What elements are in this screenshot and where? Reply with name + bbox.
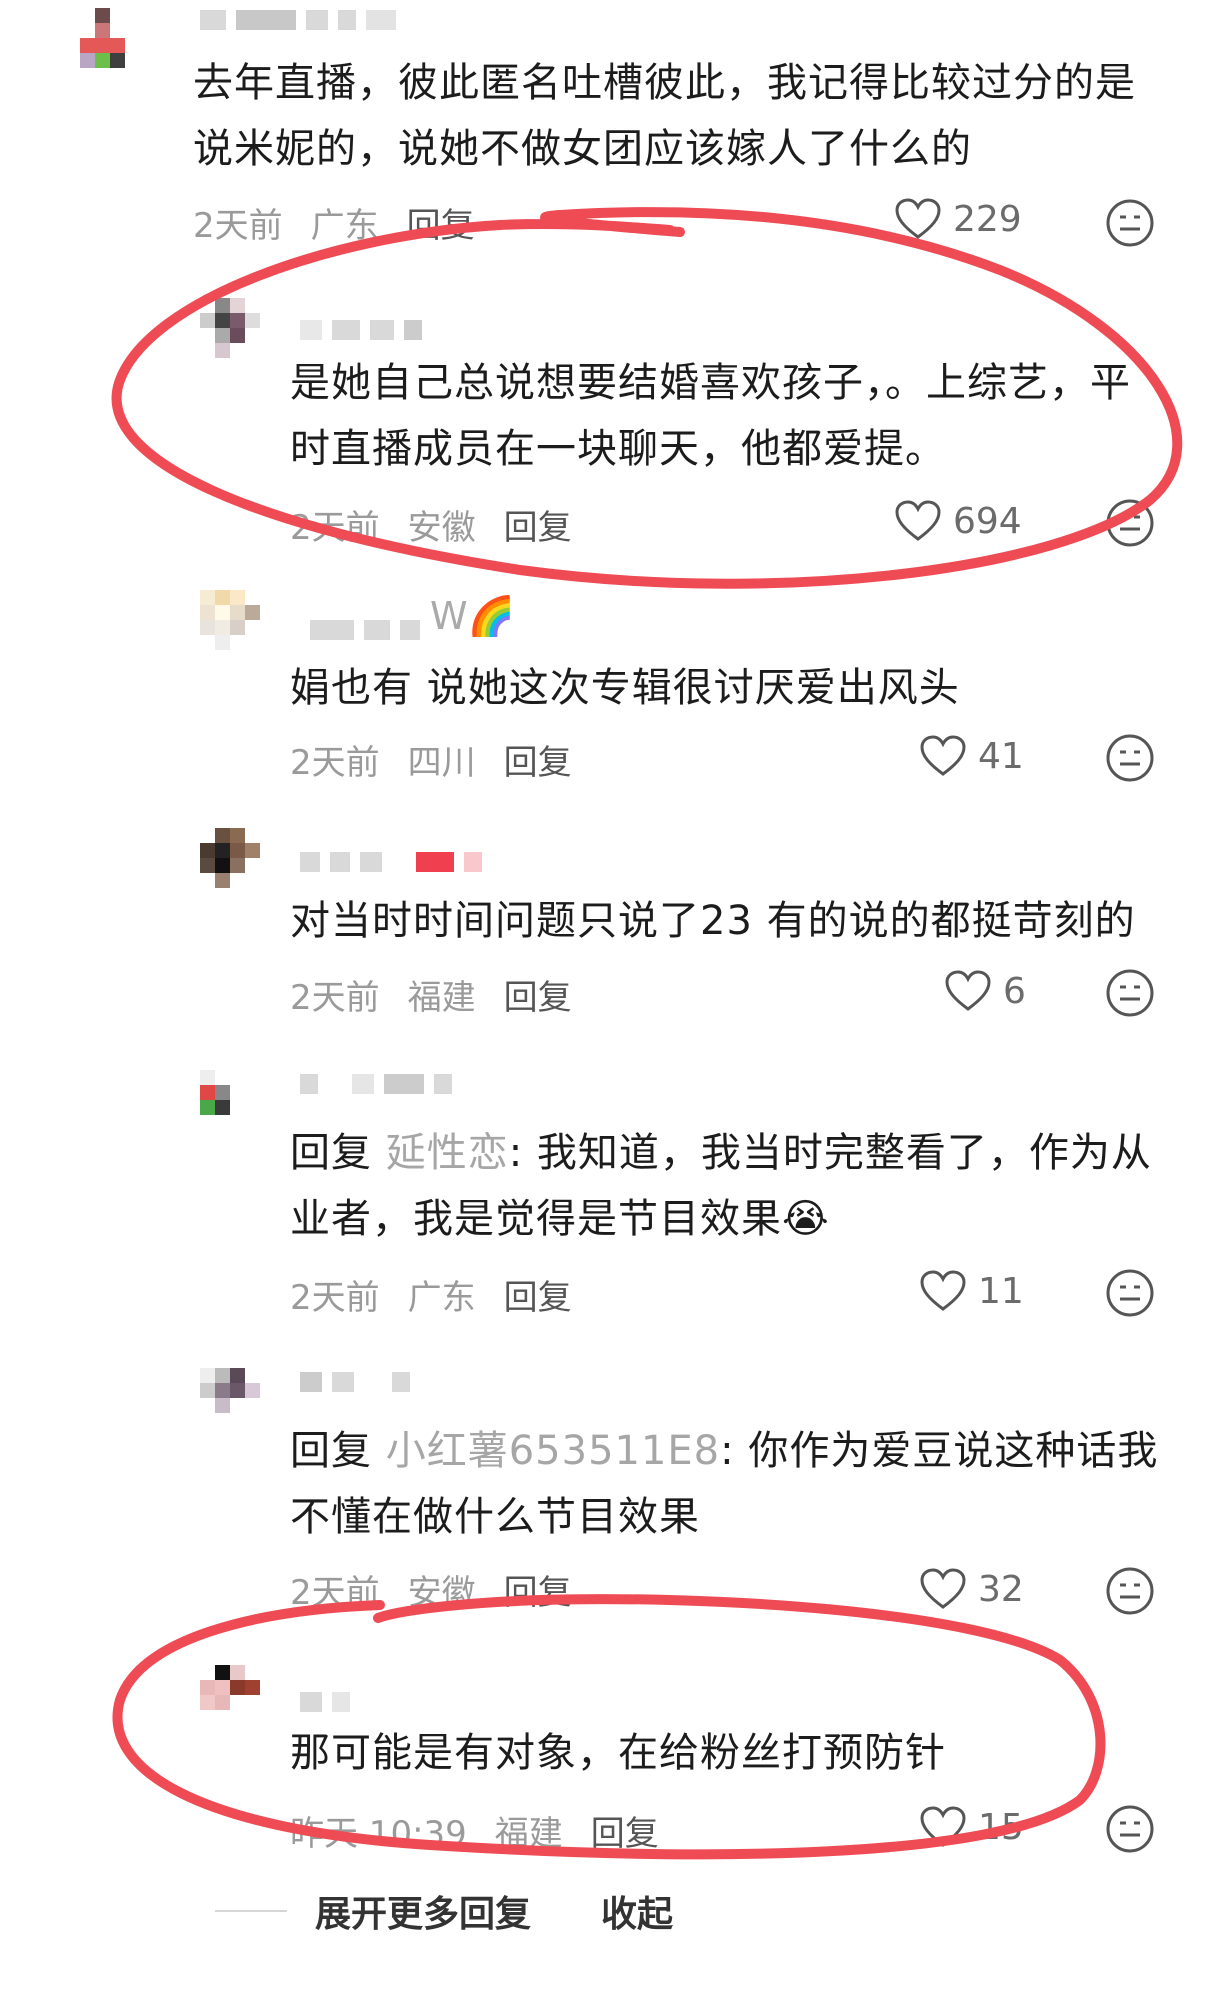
comment-text: 娟也有 说她这次专辑很讨厌爱出风头 <box>290 665 960 711</box>
heart-icon <box>895 500 941 541</box>
comment-location: 四川 <box>407 743 476 783</box>
avatar[interactable] <box>200 590 260 650</box>
comment-time: 昨天 10:39 <box>290 1814 467 1854</box>
expand-replies-button[interactable]: 展开更多回复 <box>315 1885 531 1937</box>
like-button[interactable]: 41 <box>920 735 1024 777</box>
reply-prefix: 回复 <box>290 1130 372 1176</box>
comment-text: 回复 延性恋: 我知道，我当时完整看了，作为从 业者，我是觉得是节目效果😭 <box>290 1120 1152 1252</box>
reply-button[interactable]: 回复 <box>504 500 572 549</box>
reply-button[interactable]: 回复 <box>504 970 572 1019</box>
mention-link[interactable]: 小红薯653511E8 <box>386 1428 720 1474</box>
emoji-face-icon[interactable] <box>1105 733 1155 783</box>
like-button[interactable]: 229 <box>895 198 1022 240</box>
reply-prefix: 回复 <box>290 1428 372 1474</box>
comment-location: 福建 <box>494 1814 563 1854</box>
comment-meta: 2天前 安徽 回复 <box>290 500 572 549</box>
comment-meta: 2天前 广东 回复 <box>193 198 475 247</box>
emoji-face-icon[interactable] <box>1105 198 1155 248</box>
emoji-face-icon[interactable] <box>1105 1566 1155 1616</box>
comment-location: 安徽 <box>407 508 476 548</box>
avatar[interactable] <box>200 1368 260 1428</box>
like-button[interactable]: 11 <box>920 1270 1024 1312</box>
like-button[interactable]: 6 <box>945 970 1026 1012</box>
reply-button[interactable]: 回复 <box>591 1806 659 1855</box>
heart-icon <box>920 1806 966 1847</box>
comment-text: 回复 小红薯653511E8: 你作为爱豆说这种话我 不懂在做什么节目效果 <box>290 1418 1158 1550</box>
emoji-face-icon[interactable] <box>1105 1268 1155 1318</box>
heart-icon <box>920 1270 966 1311</box>
comment-text: 是她自己总说想要结婚喜欢孩子，。上综艺，平 时直播成员在一块聊天，他都爱提。 <box>290 360 1131 472</box>
like-count: 229 <box>953 198 1022 240</box>
username-redacted[interactable]: W🌈 <box>310 594 515 642</box>
username-redacted[interactable] <box>300 318 422 342</box>
comment-time: 2天前 <box>290 978 380 1018</box>
reply-button[interactable]: 回复 <box>504 1565 572 1614</box>
mention-link[interactable]: 延性恋 <box>386 1130 509 1176</box>
avatar[interactable] <box>80 8 140 68</box>
like-button[interactable]: 694 <box>895 500 1022 542</box>
comment-meta: 2天前 安徽 回复 <box>290 1565 572 1614</box>
like-count: 15 <box>978 1806 1024 1848</box>
comment-time: 2天前 <box>290 743 380 783</box>
like-count: 32 <box>978 1568 1024 1610</box>
emoji-face-icon[interactable] <box>1105 498 1155 548</box>
like-count: 11 <box>978 1270 1024 1312</box>
like-count: 694 <box>953 500 1022 542</box>
comment-location: 广东 <box>310 206 379 246</box>
avatar[interactable] <box>200 1665 260 1725</box>
like-count: 41 <box>978 735 1024 777</box>
username-suffix: W🌈 <box>430 594 515 638</box>
comment-time: 2天前 <box>290 1573 380 1613</box>
reply-button[interactable]: 回复 <box>504 735 572 784</box>
reply-button[interactable]: 回复 <box>407 198 475 247</box>
replies-footer: 展开更多回复 收起 <box>215 1885 673 1937</box>
collapse-button[interactable]: 收起 <box>601 1885 673 1937</box>
like-count: 6 <box>1003 970 1026 1012</box>
comment-text: 对当时时间问题只说了23 有的说的都挺苛刻的 <box>290 898 1136 944</box>
like-button[interactable]: 32 <box>920 1568 1024 1610</box>
comment-time: 2天前 <box>193 206 283 246</box>
emoji-face-icon[interactable] <box>1105 1804 1155 1854</box>
comment-meta: 2天前 四川 回复 <box>290 735 572 784</box>
username-redacted[interactable] <box>300 1072 452 1096</box>
comment-location: 安徽 <box>407 1573 476 1613</box>
comment-meta: 昨天 10:39 福建 回复 <box>290 1806 659 1855</box>
heart-icon <box>895 198 941 239</box>
username-redacted[interactable] <box>300 1690 350 1714</box>
comment-time: 2天前 <box>290 1278 380 1318</box>
avatar[interactable] <box>200 298 260 358</box>
avatar[interactable] <box>200 828 260 888</box>
username-redacted[interactable] <box>300 850 482 874</box>
reply-button[interactable]: 回复 <box>504 1270 572 1319</box>
comment-location: 福建 <box>407 978 476 1018</box>
avatar[interactable] <box>200 1070 260 1130</box>
comment-text: 那可能是有对象，在给粉丝打预防针 <box>290 1730 946 1776</box>
comment-meta: 2天前 广东 回复 <box>290 1270 572 1319</box>
heart-icon <box>920 735 966 776</box>
username-redacted[interactable] <box>300 1370 410 1394</box>
heart-icon <box>920 1568 966 1609</box>
comment-time: 2天前 <box>290 508 380 548</box>
comment-location: 广东 <box>407 1278 476 1318</box>
comment-meta: 2天前 福建 回复 <box>290 970 572 1019</box>
emoji-face-icon[interactable] <box>1105 968 1155 1018</box>
username-redacted[interactable] <box>200 8 396 32</box>
divider <box>215 1910 287 1912</box>
heart-icon <box>945 970 991 1011</box>
like-button[interactable]: 15 <box>920 1806 1024 1848</box>
comment-text: 去年直播，彼此匿名吐槽彼此，我记得比较过分的是 说米妮的，说她不做女团应该嫁人了… <box>193 60 1136 172</box>
